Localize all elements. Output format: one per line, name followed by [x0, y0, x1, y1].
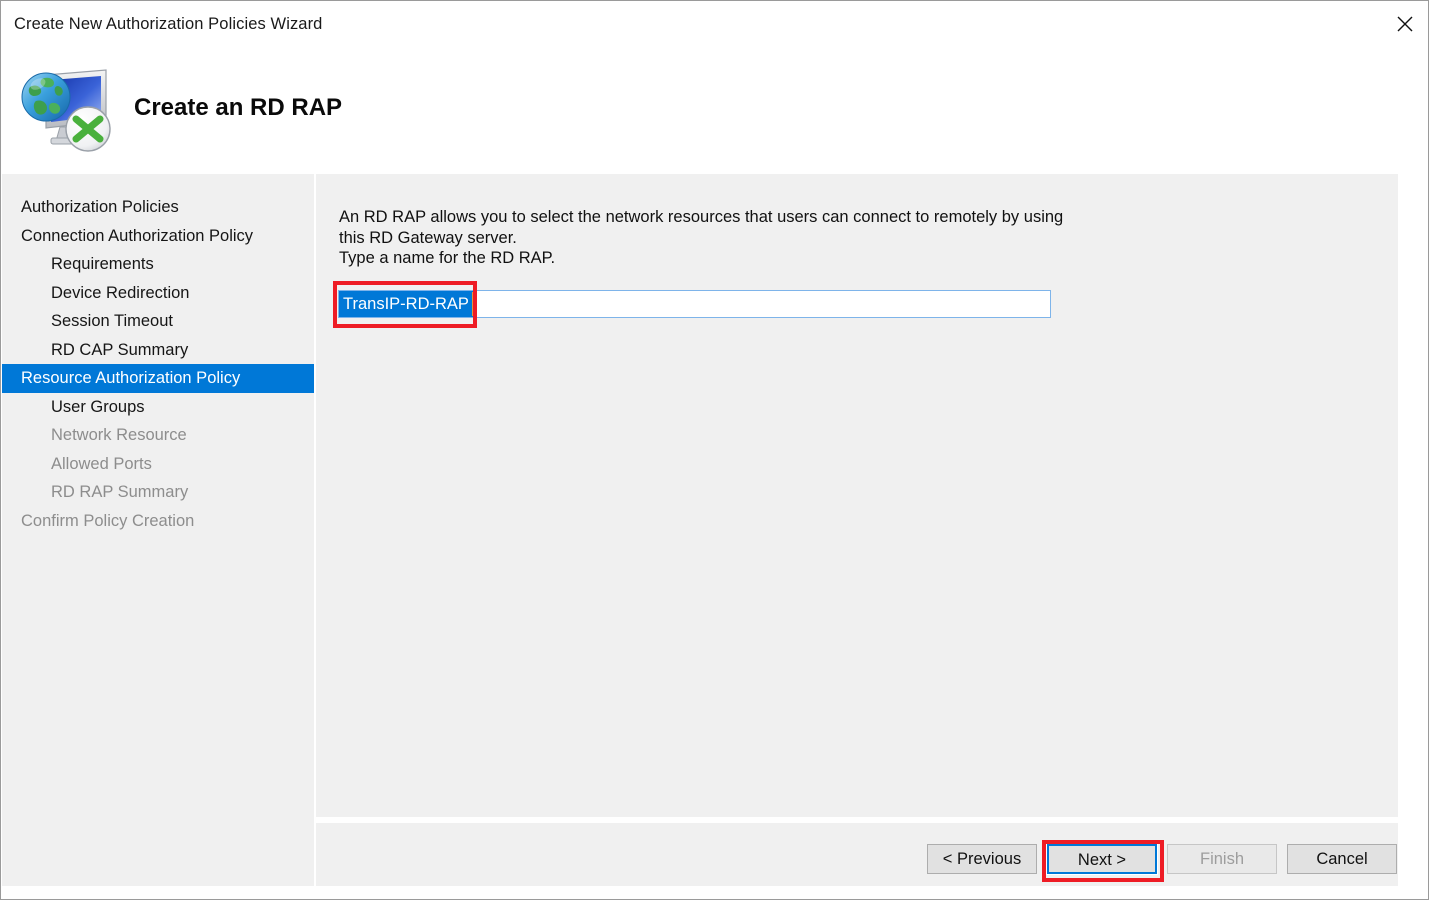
sidebar-item-network-resource: Network Resource	[51, 426, 187, 444]
rd-gateway-globe-monitor-icon	[18, 59, 114, 155]
finish-button: Finish	[1167, 844, 1277, 874]
sidebar-item-requirements[interactable]: Requirements	[2, 250, 314, 279]
close-button[interactable]	[1382, 1, 1428, 47]
sidebar-item-rd-rap-summary: RD RAP Summary	[51, 483, 189, 501]
wizard-window: Create New Authorization Policies Wizard	[0, 0, 1429, 900]
sidebar-item-device-redirection[interactable]: Device Redirection	[2, 279, 314, 308]
sidebar-item-authorization-policies[interactable]: Authorization Policies	[2, 193, 314, 222]
content-panel: An RD RAP allows you to select the netwo…	[316, 174, 1398, 817]
next-button[interactable]: Next >	[1046, 843, 1158, 875]
rap-name-field-wrapper: TransIP-RD-RAP	[338, 290, 1051, 318]
rap-name-input[interactable]	[338, 290, 1051, 318]
title-bar: Create New Authorization Policies Wizard	[1, 1, 1428, 47]
wizard-step-sidebar: Authorization Policies Connection Author…	[2, 174, 314, 886]
wizard-step-list: Authorization Policies Connection Author…	[2, 174, 314, 535]
sidebar-item-session-timeout[interactable]: Session Timeout	[2, 307, 314, 336]
cancel-button[interactable]: Cancel	[1287, 844, 1397, 874]
page-title: Create an RD RAP	[134, 94, 343, 121]
previous-button[interactable]: < Previous	[927, 844, 1037, 874]
close-icon	[1396, 15, 1414, 33]
sidebar-item-allowed-ports: Allowed Ports	[51, 454, 152, 473]
sidebar-item-resource-authorization-policy[interactable]: Resource Authorization Policy	[2, 364, 314, 393]
wizard-button-bar: < Previous Next > Finish Cancel	[316, 823, 1398, 886]
description-text: An RD RAP allows you to select the netwo…	[339, 208, 1064, 267]
header-banner: Create an RD RAP	[1, 47, 1428, 168]
sidebar-item-confirm-policy-creation: Confirm Policy Creation	[21, 511, 195, 530]
window-title: Create New Authorization Policies Wizard	[14, 15, 323, 33]
sidebar-item-connection-authorization-policy[interactable]: Connection Authorization Policy	[2, 222, 314, 251]
sidebar-item-rd-cap-summary[interactable]: RD CAP Summary	[2, 336, 314, 365]
sidebar-item-user-groups[interactable]: User Groups	[2, 393, 314, 422]
